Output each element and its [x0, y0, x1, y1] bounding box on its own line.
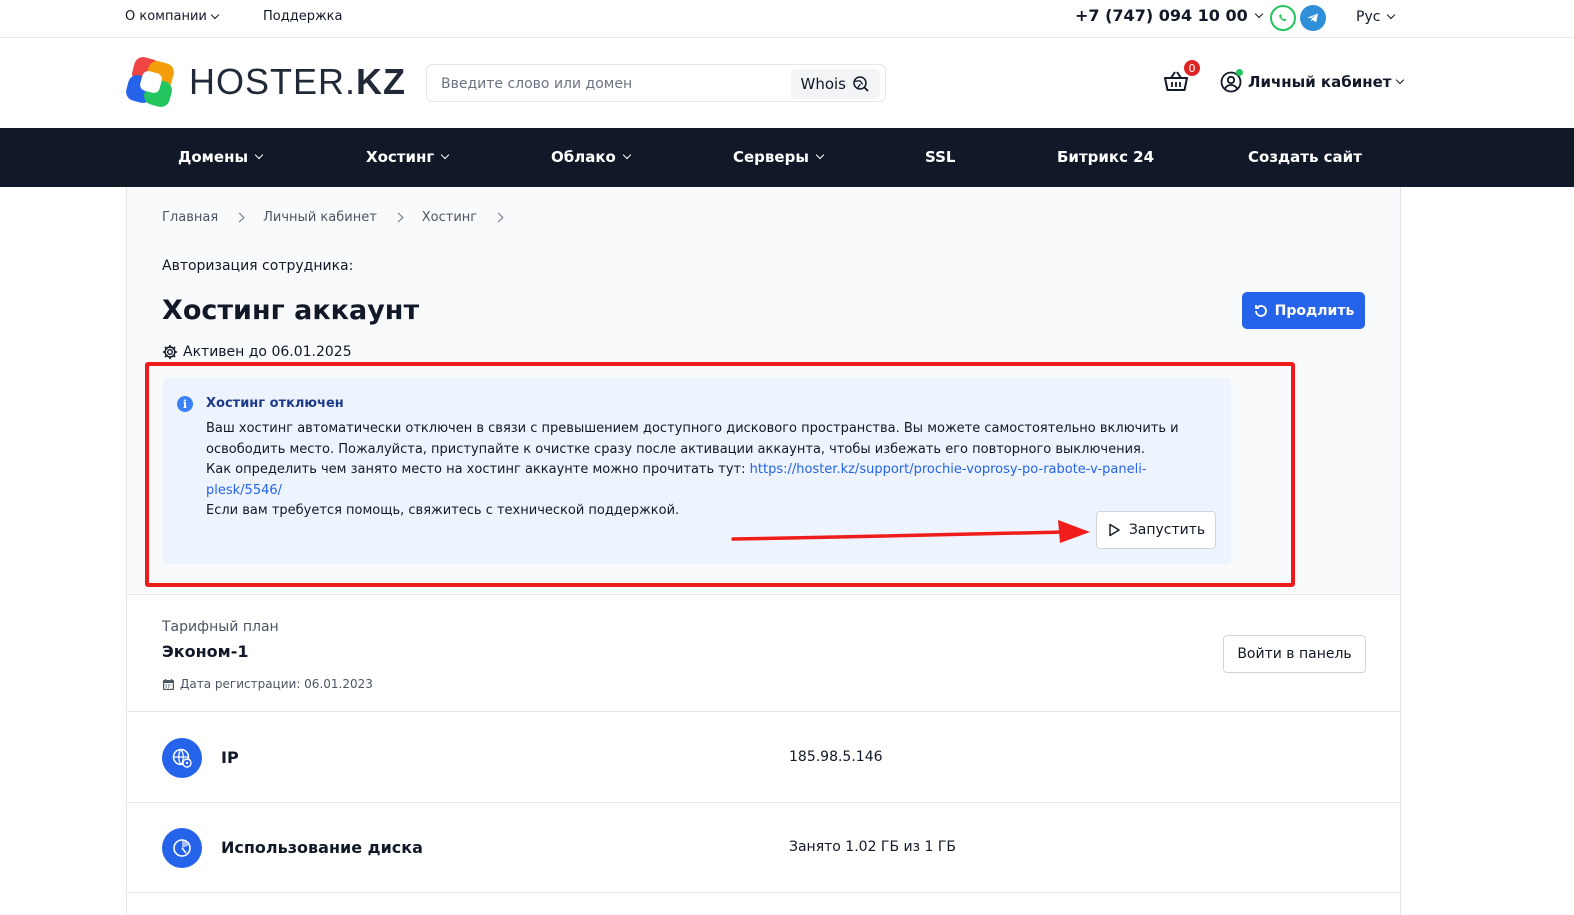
launch-button[interactable]: Запустить [1096, 511, 1216, 549]
chevron-down-icon [254, 150, 264, 160]
nav-item-hosting[interactable]: Хостинг [366, 148, 450, 166]
alert-line-2: Как определить чем занято место на хости… [206, 460, 1216, 501]
alert-body: Ваш хостинг автоматически отключен в свя… [206, 419, 1216, 522]
launch-label: Запустить [1128, 522, 1206, 538]
staff-auth-label: Авторизация сотрудника: [162, 258, 354, 274]
chevron-down-icon [1254, 9, 1264, 18]
language-select[interactable]: Рус [1356, 9, 1396, 25]
breadcrumb: Главная Личный кабинет Хостинг [162, 210, 522, 225]
active-until: Активен до 06.01.2025 [162, 344, 352, 360]
nav-item-servers[interactable]: Серверы [733, 148, 825, 166]
chevron-down-icon [622, 150, 632, 160]
tariff-plan-value: Эконом-1 [162, 642, 249, 661]
registration-date-text: Дата регистрации: 06.01.2023 [180, 677, 373, 691]
chevron-right-icon [393, 212, 404, 223]
nav-item-label: Домены [178, 148, 249, 166]
chevron-down-icon [210, 10, 220, 19]
play-icon [1109, 523, 1120, 537]
active-until-text: Активен до 06.01.2025 [183, 344, 352, 360]
phone-menu[interactable]: +7 (747) 094 10 00 [1075, 6, 1264, 25]
search-box: Whois [426, 64, 886, 102]
ip-label: IP [221, 748, 239, 767]
refresh-icon [1254, 304, 1267, 317]
whois-button[interactable]: Whois [790, 69, 880, 99]
logo-text: HOSTER.KZ [189, 61, 406, 103]
renew-label: Продлить [1274, 302, 1355, 319]
phone-number: +7 (747) 094 10 00 [1075, 6, 1248, 25]
about-company-label: О компании [125, 9, 207, 24]
top-bar: О компании Поддержка +7 (747) 094 10 00 … [0, 0, 1574, 38]
page-title: Хостинг аккаунт [162, 295, 420, 326]
search-input[interactable] [441, 73, 781, 95]
site-header: HOSTER.KZ Whois 0 Личный кабинет [0, 38, 1574, 128]
telegram-icon[interactable] [1300, 5, 1326, 31]
ip-value: 185.98.5.146 [789, 749, 883, 765]
cart-count-badge: 0 [1183, 59, 1201, 77]
main-nav: Домены Хостинг Облако Серверы SSL Битрик… [0, 128, 1574, 187]
info-icon: i [177, 396, 193, 412]
logo-mark-icon [125, 56, 177, 108]
whatsapp-icon[interactable] [1270, 5, 1296, 31]
breadcrumb-account[interactable]: Личный кабинет [263, 210, 377, 225]
alert-title: Хостинг отключен [206, 396, 344, 411]
chevron-right-icon [234, 212, 245, 223]
hosting-summary-panel: Главная Личный кабинет Хостинг Авторизац… [127, 187, 1400, 595]
tariff-plan-label: Тарифный план [162, 619, 279, 635]
site-logo[interactable]: HOSTER.KZ [125, 56, 406, 108]
tariff-plan-section: Тарифный план Эконом-1 Дата регистрации:… [127, 596, 1400, 712]
logo-text-right: KZ [356, 61, 407, 102]
alert-line-1: Ваш хостинг автоматически отключен в свя… [206, 421, 1179, 457]
logo-text-left: HOSTER. [189, 61, 357, 102]
gear-icon [162, 344, 178, 360]
nav-item-label: Облако [551, 148, 616, 166]
account-label: Личный кабинет [1248, 73, 1392, 91]
disk-usage-icon [162, 828, 202, 868]
disk-usage-label: Использование диска [221, 838, 423, 857]
login-panel-button[interactable]: Войти в панель [1223, 635, 1366, 673]
globe-icon [162, 738, 202, 778]
disk-usage-row: Использование диска Занято 1.02 ГБ из 1 … [127, 803, 1400, 893]
breadcrumb-home[interactable]: Главная [162, 210, 218, 225]
chevron-down-icon [815, 150, 825, 160]
nav-item-cloud[interactable]: Облако [551, 148, 632, 166]
disk-usage-value: Занято 1.02 ГБ из 1 ГБ [789, 839, 957, 855]
account-menu[interactable]: Личный кабинет [1220, 69, 1405, 93]
alert-line-3: Если вам требуется помощь, свяжитесь с т… [206, 503, 680, 518]
ip-row: IP 185.98.5.146 [127, 713, 1400, 803]
whois-label: Whois [800, 75, 847, 93]
renew-button[interactable]: Продлить [1242, 292, 1365, 329]
globe-search-icon [853, 76, 869, 92]
chevron-right-icon [493, 212, 504, 223]
chevron-down-icon [1387, 10, 1396, 20]
nav-item-bitrix[interactable]: Битрикс 24 [1057, 148, 1154, 166]
calendar-icon [163, 678, 174, 690]
support-link[interactable]: Поддержка [263, 9, 343, 24]
alert-line-2-prefix: Как определить чем занято место на хости… [206, 462, 750, 477]
chevron-down-icon [440, 150, 450, 160]
language-label: Рус [1356, 9, 1381, 25]
nav-item-ssl[interactable]: SSL [925, 148, 956, 166]
hosting-disabled-alert: i Хостинг отключен Ваш хостинг автоматич… [163, 378, 1231, 564]
registration-date: Дата регистрации: 06.01.2023 [162, 677, 373, 691]
main-content: Главная Личный кабинет Хостинг Авторизац… [126, 187, 1401, 915]
nav-item-label: Хостинг [366, 148, 435, 166]
online-status-dot [1236, 69, 1243, 76]
user-icon [1220, 69, 1243, 93]
nav-item-create-site[interactable]: Создать сайт [1248, 148, 1362, 166]
breadcrumb-hosting[interactable]: Хостинг [422, 210, 477, 225]
nav-item-label: Серверы [733, 148, 809, 166]
nav-item-domains[interactable]: Домены [178, 148, 264, 166]
chevron-down-icon [1396, 75, 1405, 85]
about-company-menu[interactable]: О компании [125, 9, 220, 24]
